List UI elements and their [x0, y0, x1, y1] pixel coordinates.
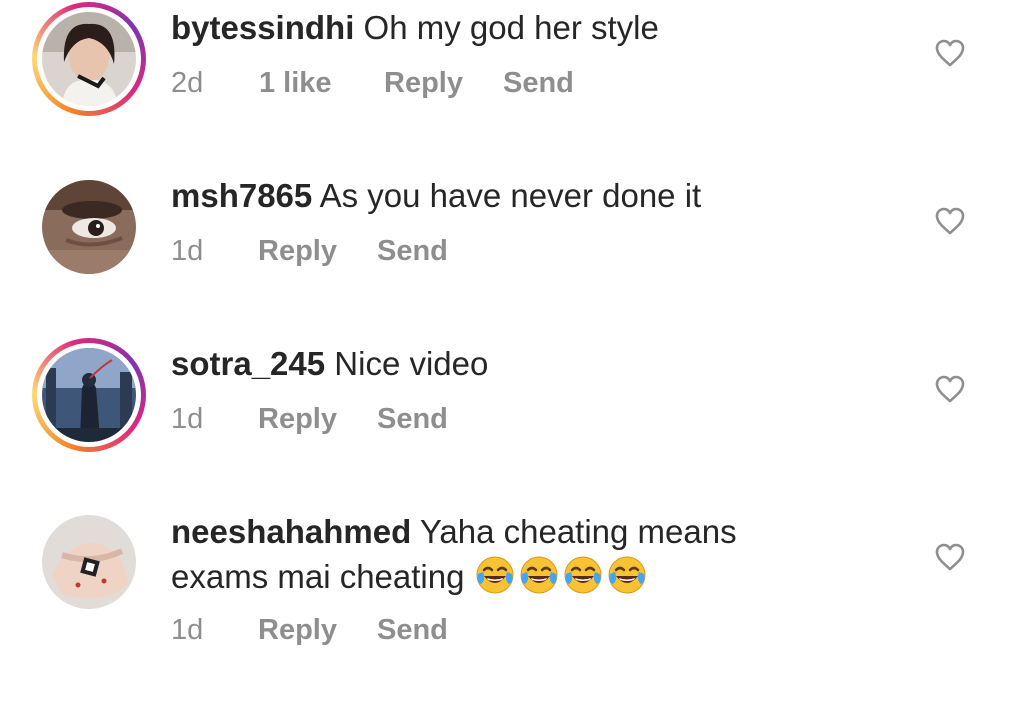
laughing-tears-emoji-icon — [476, 556, 514, 594]
avatar[interactable] — [32, 505, 146, 619]
laughing-tears-emoji-icon — [520, 556, 558, 594]
comment-body: Nice video — [334, 345, 489, 382]
avatar-image — [42, 180, 136, 274]
avatar[interactable] — [32, 2, 146, 116]
send-button[interactable]: Send — [377, 403, 448, 436]
comment-text: sotra_245 Nice video — [171, 342, 488, 386]
comment-time: 1d — [171, 235, 204, 267]
comment-body: Oh my god her style — [363, 9, 659, 46]
comment-text: msh7865 As you have never done it — [171, 174, 701, 218]
avatar[interactable] — [32, 338, 146, 452]
heart-icon[interactable] — [934, 374, 966, 404]
comment-text-continuation: exams mai cheating — [171, 554, 650, 599]
comment-username[interactable]: neeshahahmed — [171, 513, 411, 550]
comment-time: 1d — [171, 403, 204, 435]
reply-button[interactable]: Reply — [384, 67, 463, 100]
comment-time: 2d — [171, 67, 204, 99]
comment-body: Yaha cheating means — [419, 513, 737, 550]
comment-body: As you have never done it — [319, 177, 702, 214]
comment-body: exams mai cheating — [171, 558, 465, 595]
reply-button[interactable]: Reply — [258, 614, 337, 647]
heart-icon[interactable] — [934, 542, 966, 572]
laughing-tears-emoji-icon — [608, 556, 646, 594]
comment-time: 1d — [171, 614, 204, 646]
avatar[interactable] — [32, 170, 146, 284]
emoji-row — [474, 556, 650, 595]
comment-text: bytessindhi Oh my god her style — [171, 6, 659, 50]
heart-icon[interactable] — [934, 38, 966, 68]
comment-text: neeshahahmed Yaha cheating means — [171, 510, 737, 554]
comment-username[interactable]: sotra_245 — [171, 345, 325, 382]
laughing-tears-emoji-icon — [564, 556, 602, 594]
comment-username[interactable]: msh7865 — [171, 177, 312, 214]
avatar-image — [42, 12, 136, 106]
avatar-image — [42, 348, 136, 442]
send-button[interactable]: Send — [377, 614, 448, 647]
reply-button[interactable]: Reply — [258, 235, 337, 268]
avatar-image — [42, 515, 136, 609]
reply-button[interactable]: Reply — [258, 403, 337, 436]
heart-icon[interactable] — [934, 206, 966, 236]
comment-username[interactable]: bytessindhi — [171, 9, 354, 46]
comment-likes-link[interactable]: 1 like — [259, 67, 332, 100]
send-button[interactable]: Send — [377, 235, 448, 268]
send-button[interactable]: Send — [503, 67, 574, 100]
